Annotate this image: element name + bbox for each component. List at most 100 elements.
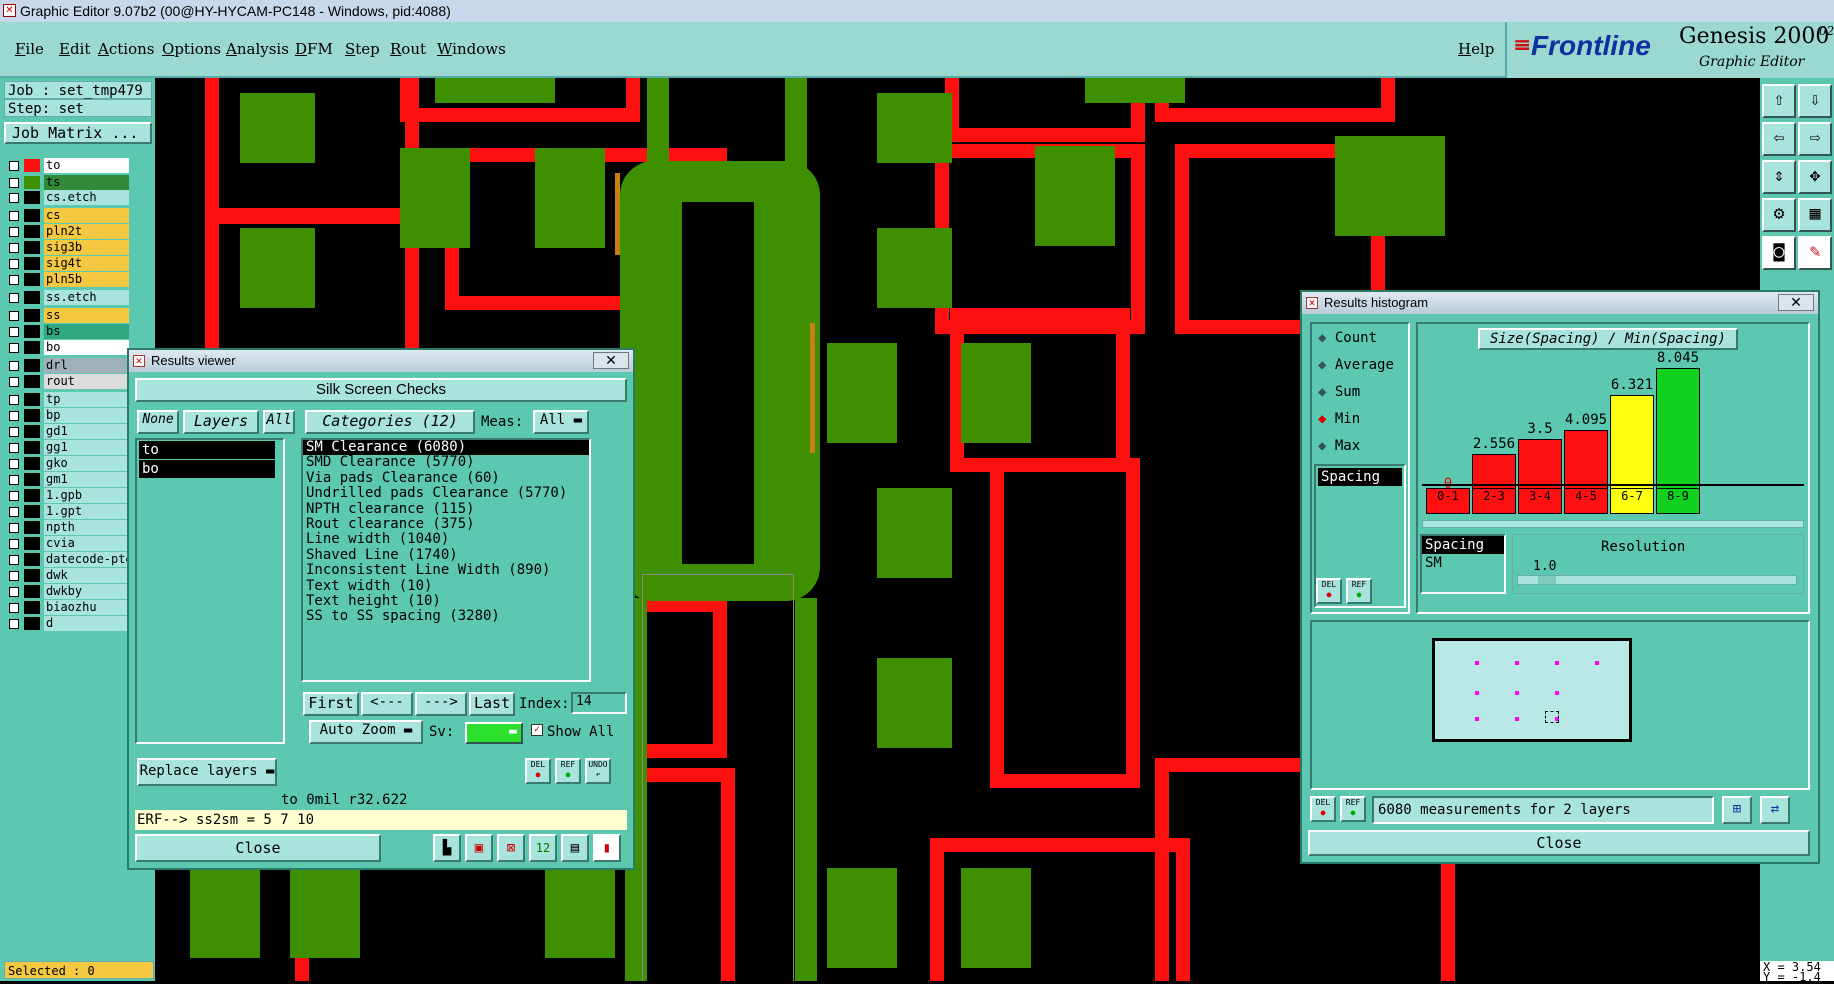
layer-checkbox[interactable] bbox=[9, 443, 19, 453]
layer-name[interactable]: sig4t bbox=[44, 256, 129, 271]
layer-name[interactable]: gd1 bbox=[44, 424, 129, 439]
category-item[interactable]: NPTH clearance (115) bbox=[303, 501, 589, 517]
layer-name[interactable]: bs bbox=[44, 324, 129, 339]
layer-checkbox[interactable] bbox=[9, 327, 19, 337]
close-icon[interactable]: ✕ bbox=[593, 352, 629, 369]
stat-option[interactable]: ◆ Count bbox=[1318, 330, 1377, 346]
layer-name[interactable]: datecode-pte bbox=[44, 552, 129, 567]
layer-name[interactable]: dwkby bbox=[44, 584, 129, 599]
last-button[interactable]: Last bbox=[469, 692, 515, 716]
auto-zoom-select[interactable]: Auto Zoom ▬ bbox=[309, 720, 423, 744]
layer-row[interactable]: d bbox=[4, 616, 129, 631]
category-item[interactable]: Text width (10) bbox=[303, 578, 589, 594]
category-item[interactable]: Line width (1040) bbox=[303, 531, 589, 547]
cross-icon[interactable]: ⊠ bbox=[497, 834, 525, 862]
layer-name[interactable]: to bbox=[44, 158, 129, 173]
layer-row[interactable]: biaozhu bbox=[4, 600, 129, 615]
layer-row[interactable]: pln5b bbox=[4, 272, 129, 287]
layer-checkbox[interactable] bbox=[9, 178, 19, 188]
layer-checkbox[interactable] bbox=[9, 193, 19, 203]
snapshot-icon[interactable]: ◙ bbox=[1762, 236, 1796, 270]
del-button[interactable]: DEL ● bbox=[1316, 578, 1342, 604]
close-icon[interactable]: ✕ bbox=[1778, 294, 1814, 311]
layer-checkbox[interactable] bbox=[9, 491, 19, 501]
layer-row[interactable]: tp bbox=[4, 392, 129, 407]
menu-rout[interactable]: Rout bbox=[390, 40, 426, 58]
slider-thumb[interactable] bbox=[1538, 576, 1556, 584]
all-button[interactable]: All bbox=[263, 410, 295, 434]
layer-name[interactable]: pln5b bbox=[44, 272, 129, 287]
layer-name[interactable]: sig3b bbox=[44, 240, 129, 255]
radio-icon[interactable]: ◆ bbox=[1318, 411, 1326, 427]
menu-help[interactable]: Help bbox=[1458, 40, 1494, 58]
job-matrix-button[interactable]: Job Matrix ... bbox=[4, 122, 152, 144]
layer-name[interactable]: tp bbox=[44, 392, 129, 407]
resolution-slider[interactable] bbox=[1517, 575, 1797, 585]
sv-color-select[interactable]: ▬ bbox=[465, 722, 523, 744]
layer-name[interactable]: bp bbox=[44, 408, 129, 423]
none-button[interactable]: None bbox=[137, 410, 179, 434]
pan-left-icon[interactable]: ⇦ bbox=[1762, 122, 1796, 156]
layer-name[interactable]: gko bbox=[44, 456, 129, 471]
layer-row[interactable]: ss bbox=[4, 308, 129, 323]
menu-file[interactable]: File bbox=[15, 40, 44, 58]
layer-row[interactable]: cs.etch bbox=[4, 190, 129, 205]
layer-checkbox[interactable] bbox=[9, 555, 19, 565]
grid-icon[interactable]: ▦ bbox=[1798, 198, 1832, 232]
layer-name[interactable]: npth bbox=[44, 520, 129, 535]
list-item[interactable]: Spacing bbox=[1318, 468, 1402, 486]
histogram-icon[interactable]: ▮ bbox=[593, 834, 621, 862]
menu-options[interactable]: Options bbox=[162, 40, 221, 58]
stat-option[interactable]: ◆ Min bbox=[1318, 411, 1360, 427]
category-item[interactable]: Rout clearance (375) bbox=[303, 516, 589, 532]
layer-checkbox[interactable] bbox=[9, 459, 19, 469]
layer-checkbox[interactable] bbox=[9, 571, 19, 581]
layer-checkbox[interactable] bbox=[9, 377, 19, 387]
layer-name[interactable]: gm1 bbox=[44, 472, 129, 487]
replace-layers-select[interactable]: Replace layers ▬ bbox=[137, 758, 277, 786]
layer-checkbox[interactable] bbox=[9, 211, 19, 221]
layer-checkbox[interactable] bbox=[9, 507, 19, 517]
fit-vertical-icon[interactable]: ⇕ bbox=[1762, 160, 1796, 194]
layer-row[interactable]: npth bbox=[4, 520, 129, 535]
layer-checkbox[interactable] bbox=[9, 361, 19, 371]
pan-right-icon[interactable]: ⇨ bbox=[1798, 122, 1832, 156]
layer-checkbox[interactable] bbox=[9, 259, 19, 269]
layer-name[interactable]: biaozhu bbox=[44, 600, 129, 615]
layer-row[interactable]: sig3b bbox=[4, 240, 129, 255]
layer-checkbox[interactable] bbox=[9, 619, 19, 629]
close-button[interactable]: Close bbox=[1308, 830, 1810, 856]
layer-row[interactable]: drl bbox=[4, 358, 129, 373]
spacing-item[interactable]: Spacing bbox=[1422, 536, 1504, 554]
layer-row[interactable]: cs bbox=[4, 208, 129, 223]
layer-row[interactable]: ss.etch bbox=[4, 290, 129, 305]
first-button[interactable]: First bbox=[303, 692, 359, 716]
layer-name[interactable]: cs.etch bbox=[44, 190, 129, 205]
layer-row[interactable]: bs bbox=[4, 324, 129, 339]
category-item[interactable]: Inconsistent Line Width (890) bbox=[303, 562, 589, 578]
next-button[interactable]: ---> bbox=[415, 692, 467, 716]
radio-icon[interactable]: ◆ bbox=[1318, 384, 1326, 400]
category-item[interactable]: SS to SS spacing (3280) bbox=[303, 608, 589, 624]
layer-row[interactable]: gd1 bbox=[4, 424, 129, 439]
layer-row[interactable]: gg1 bbox=[4, 440, 129, 455]
layer-name[interactable]: pln2t bbox=[44, 224, 129, 239]
layer-name[interactable]: dwk bbox=[44, 568, 129, 583]
report-icon[interactable]: ▤ bbox=[561, 834, 589, 862]
prev-button[interactable]: <--- bbox=[361, 692, 413, 716]
zoom-up-icon[interactable]: ⇧ bbox=[1762, 84, 1796, 118]
menu-step[interactable]: Step bbox=[345, 40, 380, 58]
stat-option[interactable]: ◆ Sum bbox=[1318, 384, 1360, 400]
layer-checkbox[interactable] bbox=[9, 243, 19, 253]
layer-row[interactable]: cvia bbox=[4, 536, 129, 551]
chart-scrollbar[interactable] bbox=[1422, 520, 1804, 528]
category-item[interactable]: Text height (10) bbox=[303, 593, 589, 609]
layer-checkbox[interactable] bbox=[9, 411, 19, 421]
close-button[interactable]: Close bbox=[135, 834, 381, 862]
layer-checkbox[interactable] bbox=[9, 311, 19, 321]
stat-option[interactable]: ◆ Average bbox=[1318, 357, 1394, 373]
layer-checkbox[interactable] bbox=[9, 227, 19, 237]
layers-list[interactable]: to bo bbox=[135, 438, 285, 744]
category-item[interactable]: SM Clearance (6080) bbox=[303, 439, 589, 456]
numbers-icon[interactable]: 12 bbox=[529, 834, 557, 862]
